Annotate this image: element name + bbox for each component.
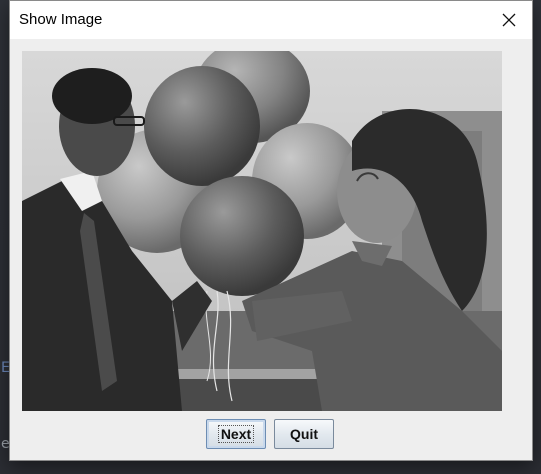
displayed-photo bbox=[22, 51, 502, 411]
desktop-background: E e Show Image Next Quit bbox=[0, 0, 541, 474]
next-button[interactable]: Next bbox=[206, 419, 266, 449]
close-button[interactable] bbox=[486, 1, 532, 39]
content-panel: Next Quit bbox=[10, 39, 532, 460]
quit-button-label: Quit bbox=[290, 426, 318, 442]
button-row: Next Quit bbox=[10, 419, 532, 451]
window-title: Show Image bbox=[19, 11, 103, 28]
next-button-label: Next bbox=[217, 425, 255, 443]
quit-button[interactable]: Quit bbox=[274, 419, 334, 449]
show-image-window: Show Image Next Quit bbox=[9, 0, 533, 461]
photo-image bbox=[22, 51, 502, 411]
close-icon bbox=[502, 13, 516, 27]
title-bar[interactable]: Show Image bbox=[10, 1, 532, 39]
